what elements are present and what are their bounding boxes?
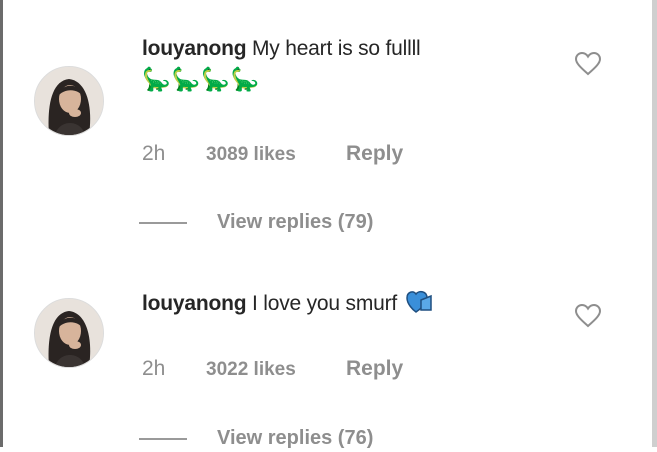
view-replies-button[interactable]: View replies (79) (139, 208, 373, 236)
reply-button[interactable]: Reply (346, 142, 403, 165)
heart-icon[interactable] (574, 51, 602, 77)
heart-icon[interactable] (574, 303, 602, 329)
comment-time[interactable]: 2h (142, 355, 206, 383)
comment-body: I love you smurf (252, 292, 398, 315)
comment-meta: 2h 3089 likes Reply (142, 140, 403, 169)
window-left-border (0, 0, 3, 447)
scrollbar-track[interactable] (652, 0, 657, 447)
comment-likes[interactable]: 3089 likes (206, 141, 346, 169)
view-replies-button[interactable]: View replies (76) (139, 424, 373, 452)
reply-button[interactable]: Reply (346, 357, 403, 380)
view-replies-label[interactable]: View replies (76) (217, 427, 373, 449)
comment-body: My heart is so fullll (252, 37, 421, 60)
comment-time[interactable]: 2h (142, 140, 206, 168)
avatar[interactable] (34, 66, 104, 136)
dinosaur-icon: 🦕🦕🦕🦕 (142, 66, 261, 92)
comment-meta: 2h 3022 likes Reply (142, 355, 403, 384)
view-replies-label[interactable]: View replies (79) (217, 211, 373, 233)
comment-username[interactable]: louyanong (142, 37, 247, 60)
comment-likes[interactable]: 3022 likes (206, 356, 346, 384)
avatar[interactable] (34, 298, 104, 368)
comment-username[interactable]: louyanong (142, 292, 247, 315)
comment-text: louyanong I love you smurf (142, 288, 433, 319)
replies-divider (139, 437, 187, 440)
blue-heart-hand-icon (405, 290, 432, 313)
comment-text: louyanong My heart is so fullll 🦕🦕🦕🦕 (142, 34, 421, 94)
replies-divider (139, 221, 187, 224)
